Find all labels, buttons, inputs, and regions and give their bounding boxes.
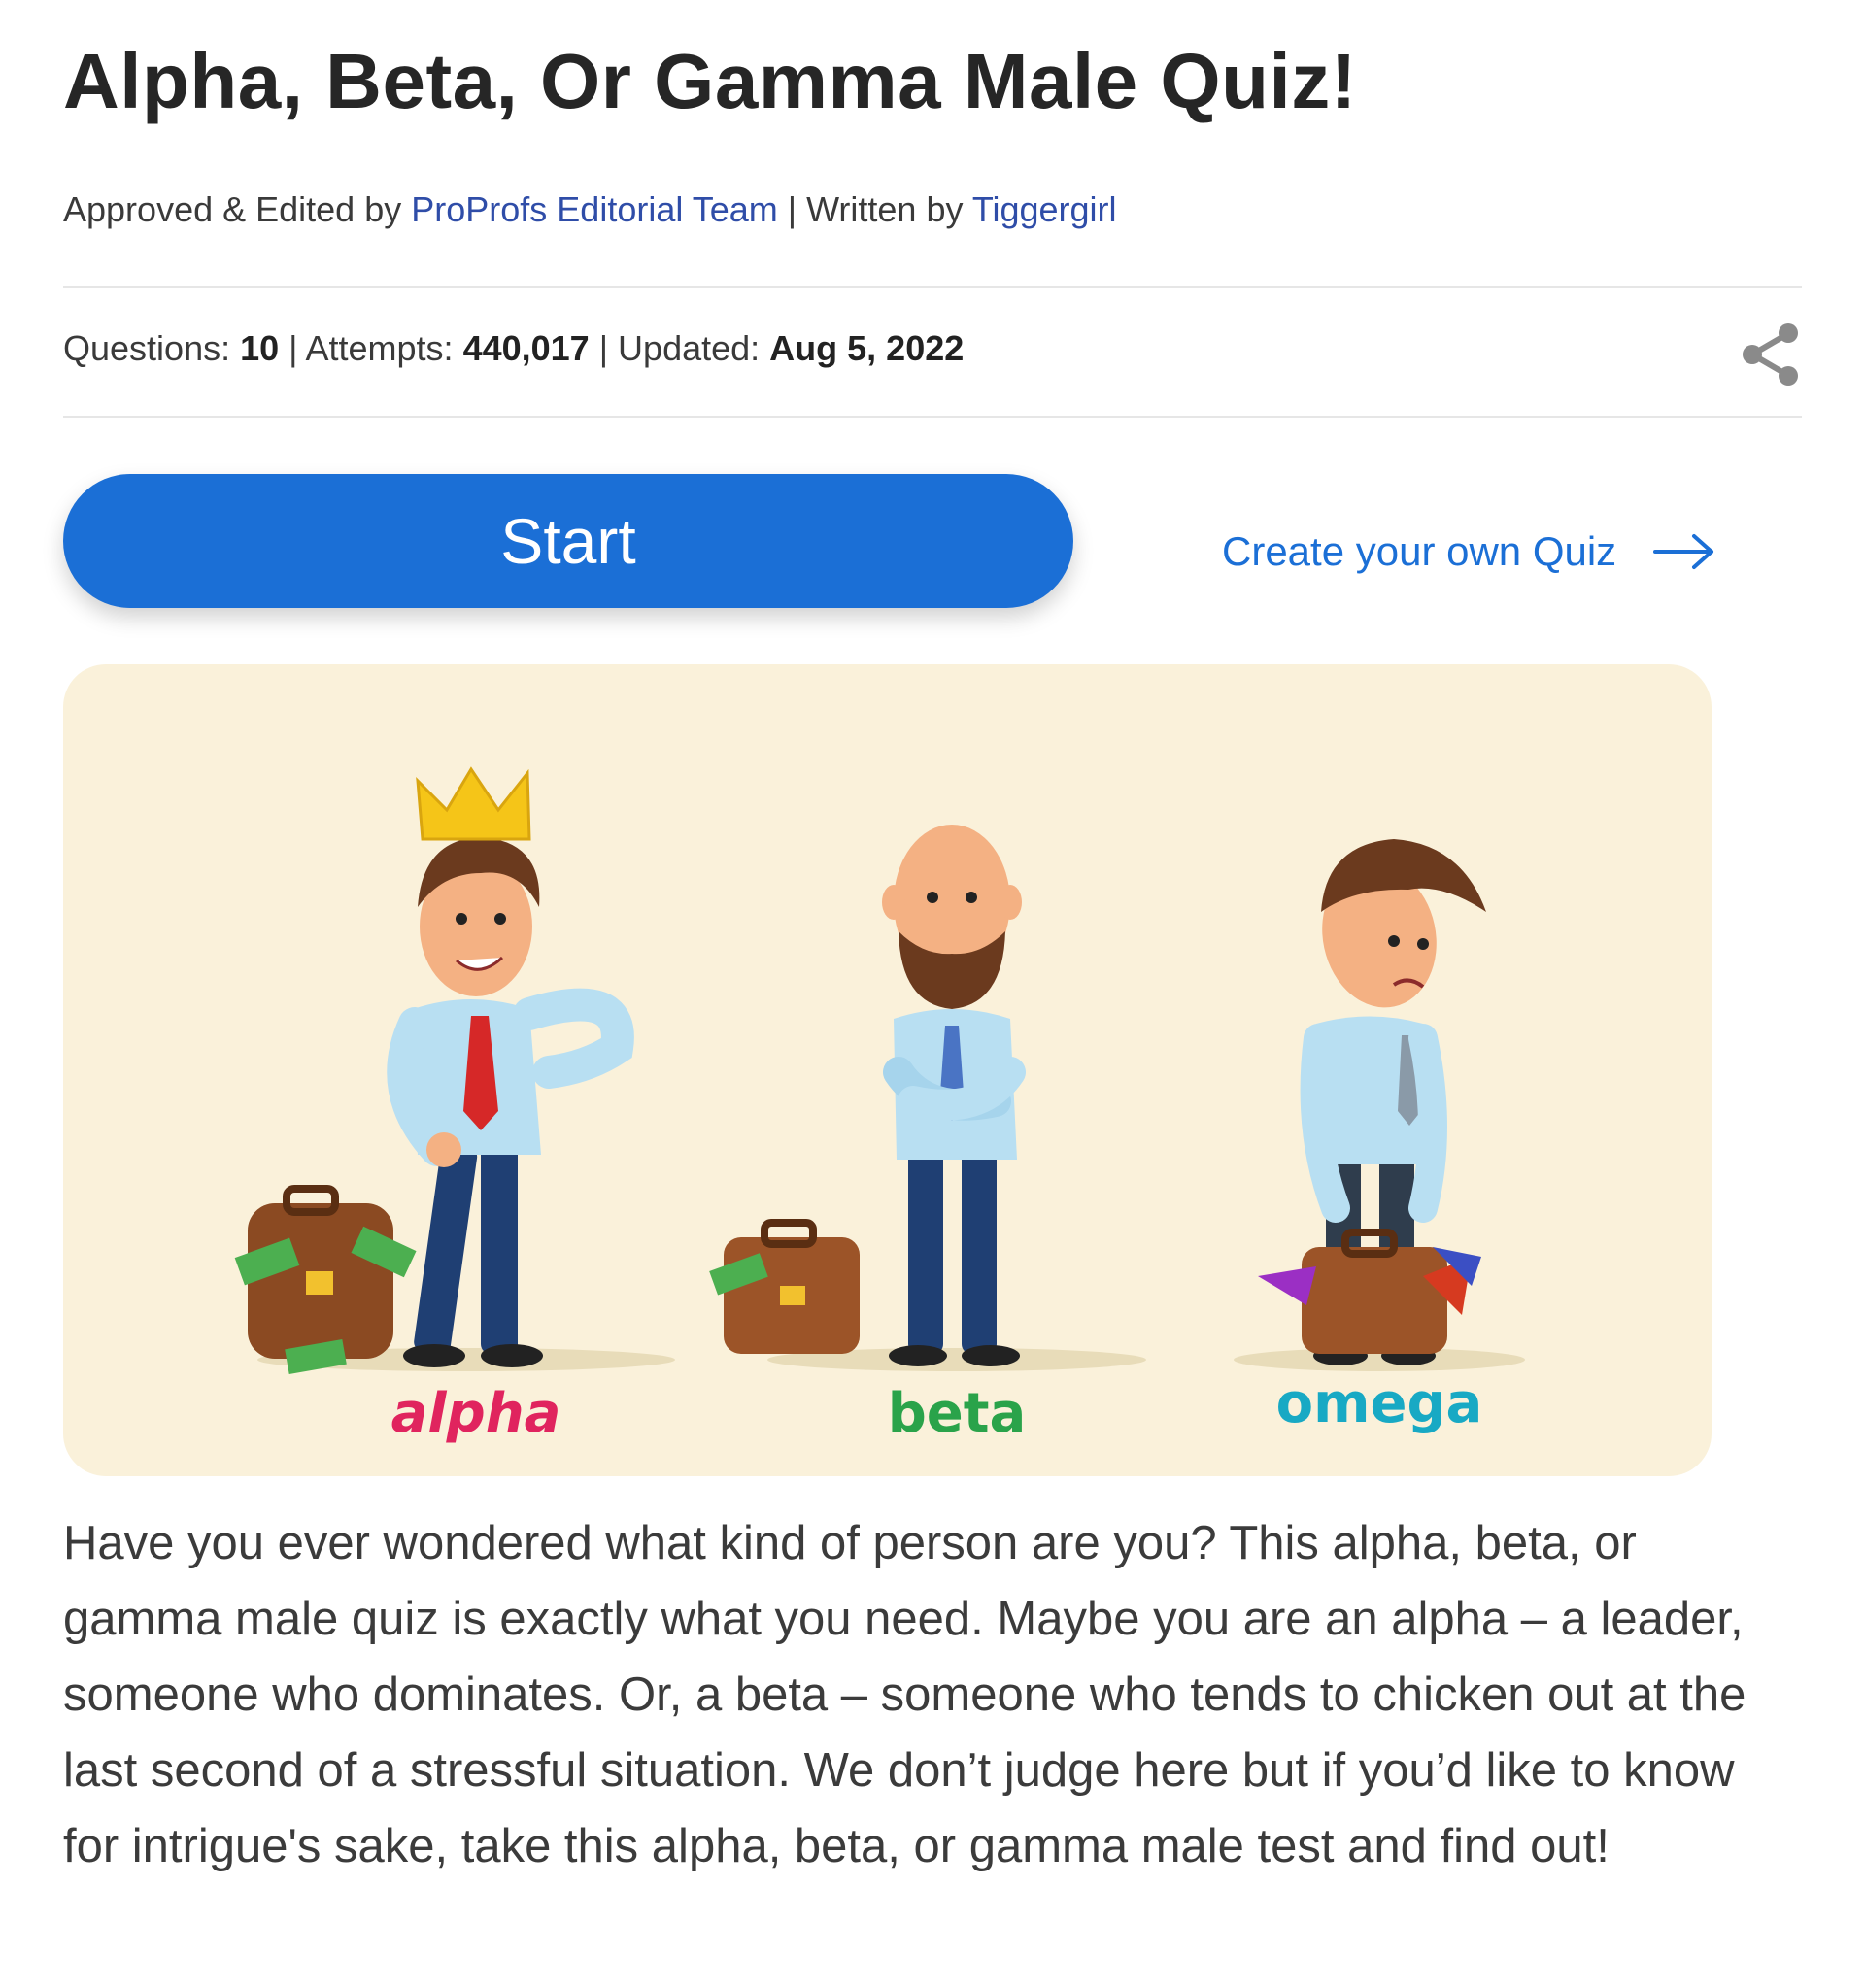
written-prefix: | Written by [777, 189, 972, 229]
questions-count: 10 [240, 328, 280, 368]
byline: Approved & Edited by ProProfs Editorial … [63, 189, 1117, 230]
share-icon[interactable] [1739, 320, 1803, 388]
questions-label: Questions: [63, 328, 241, 368]
hero-illustration: alpha beta omega [234, 766, 1525, 1445]
create-quiz-link[interactable]: Create your own Quiz [1222, 522, 1715, 581]
divider [63, 416, 1802, 418]
alpha-figure [234, 766, 634, 1375]
divider [63, 286, 1802, 288]
attempts-label: | Attempts: [279, 328, 463, 368]
quiz-hero-image: alpha beta omega [63, 664, 1712, 1476]
updated-label: | Updated: [589, 328, 770, 368]
approved-prefix: Approved & Edited by [63, 189, 412, 229]
author-link[interactable]: Tiggergirl [972, 189, 1117, 229]
editor-link[interactable]: ProProfs Editorial Team [411, 189, 778, 229]
omega-figure [1258, 839, 1486, 1365]
beta-label: beta [888, 1382, 1027, 1445]
arrow-right-icon [1653, 534, 1714, 569]
page-title: Alpha, Beta, Or Gamma Male Quiz! [63, 38, 1357, 124]
omega-label: omega [1276, 1372, 1483, 1435]
quiz-description: Have you ever wondered what kind of pers… [63, 1517, 1746, 1872]
beta-figure [709, 825, 1026, 1366]
attempts-count: 440,017 [462, 328, 590, 368]
create-quiz-label: Create your own Quiz [1222, 528, 1617, 574]
updated-date: Aug 5, 2022 [769, 328, 965, 368]
start-button[interactable]: Start [63, 474, 1073, 608]
alpha-label: alpha [391, 1382, 561, 1445]
quiz-stats: Questions: 10 | Attempts: 440,017 | Upda… [63, 328, 964, 369]
